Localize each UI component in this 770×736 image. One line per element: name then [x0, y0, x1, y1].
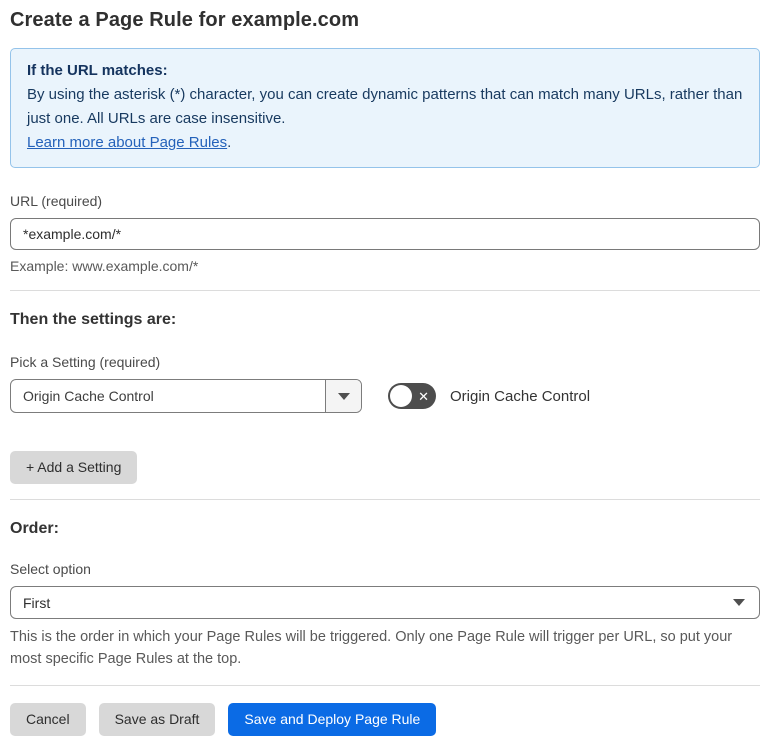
- setting-dropdown[interactable]: Origin Cache Control: [10, 379, 362, 413]
- save-as-draft-button[interactable]: Save as Draft: [98, 703, 216, 736]
- chevron-down-icon: [733, 599, 745, 606]
- order-select-value: First: [23, 594, 51, 611]
- setting-dropdown-value: Origin Cache Control: [23, 388, 154, 404]
- divider: [10, 290, 760, 291]
- settings-section-heading: Then the settings are:: [10, 311, 177, 328]
- save-and-deploy-button[interactable]: Save and Deploy Page Rule: [228, 703, 437, 736]
- add-setting-button[interactable]: + Add a Setting: [10, 451, 138, 484]
- chevron-down-icon: [337, 392, 350, 400]
- divider: [10, 499, 760, 500]
- footer-actions: Cancel Save as Draft Save and Deploy Pag…: [10, 703, 760, 736]
- toggle-off-x-icon: ✕: [418, 388, 429, 404]
- cancel-button[interactable]: Cancel: [10, 703, 86, 736]
- page-title: Create a Page Rule for example.com: [10, 9, 360, 31]
- url-field-label: URL (required): [10, 193, 103, 209]
- learn-more-link[interactable]: Learn more about Page Rules: [27, 134, 227, 151]
- setting-dropdown-arrow-button[interactable]: [325, 380, 361, 412]
- order-select[interactable]: First: [10, 586, 760, 619]
- url-example-text: Example: www.example.com/*: [10, 258, 199, 274]
- info-box-heading: If the URL matches:: [27, 62, 168, 79]
- setting-row: Origin Cache Control ✕ Origin Cache Cont…: [10, 379, 760, 413]
- pick-setting-label: Pick a Setting (required): [10, 354, 161, 370]
- toggle-knob: [390, 385, 412, 407]
- url-input[interactable]: [10, 218, 760, 250]
- divider: [10, 685, 760, 686]
- info-box-body: By using the asterisk (*) character, you…: [27, 86, 743, 127]
- toggle-label: Origin Cache Control: [450, 387, 591, 405]
- order-help-text: This is the order in which your Page Rul…: [10, 629, 733, 667]
- origin-cache-control-toggle[interactable]: ✕: [388, 383, 436, 409]
- link-suffix: .: [227, 134, 232, 151]
- order-section-heading: Order:: [10, 520, 59, 537]
- select-option-label: Select option: [10, 561, 91, 577]
- url-match-info-box: If the URL matches: By using the asteris…: [10, 48, 760, 168]
